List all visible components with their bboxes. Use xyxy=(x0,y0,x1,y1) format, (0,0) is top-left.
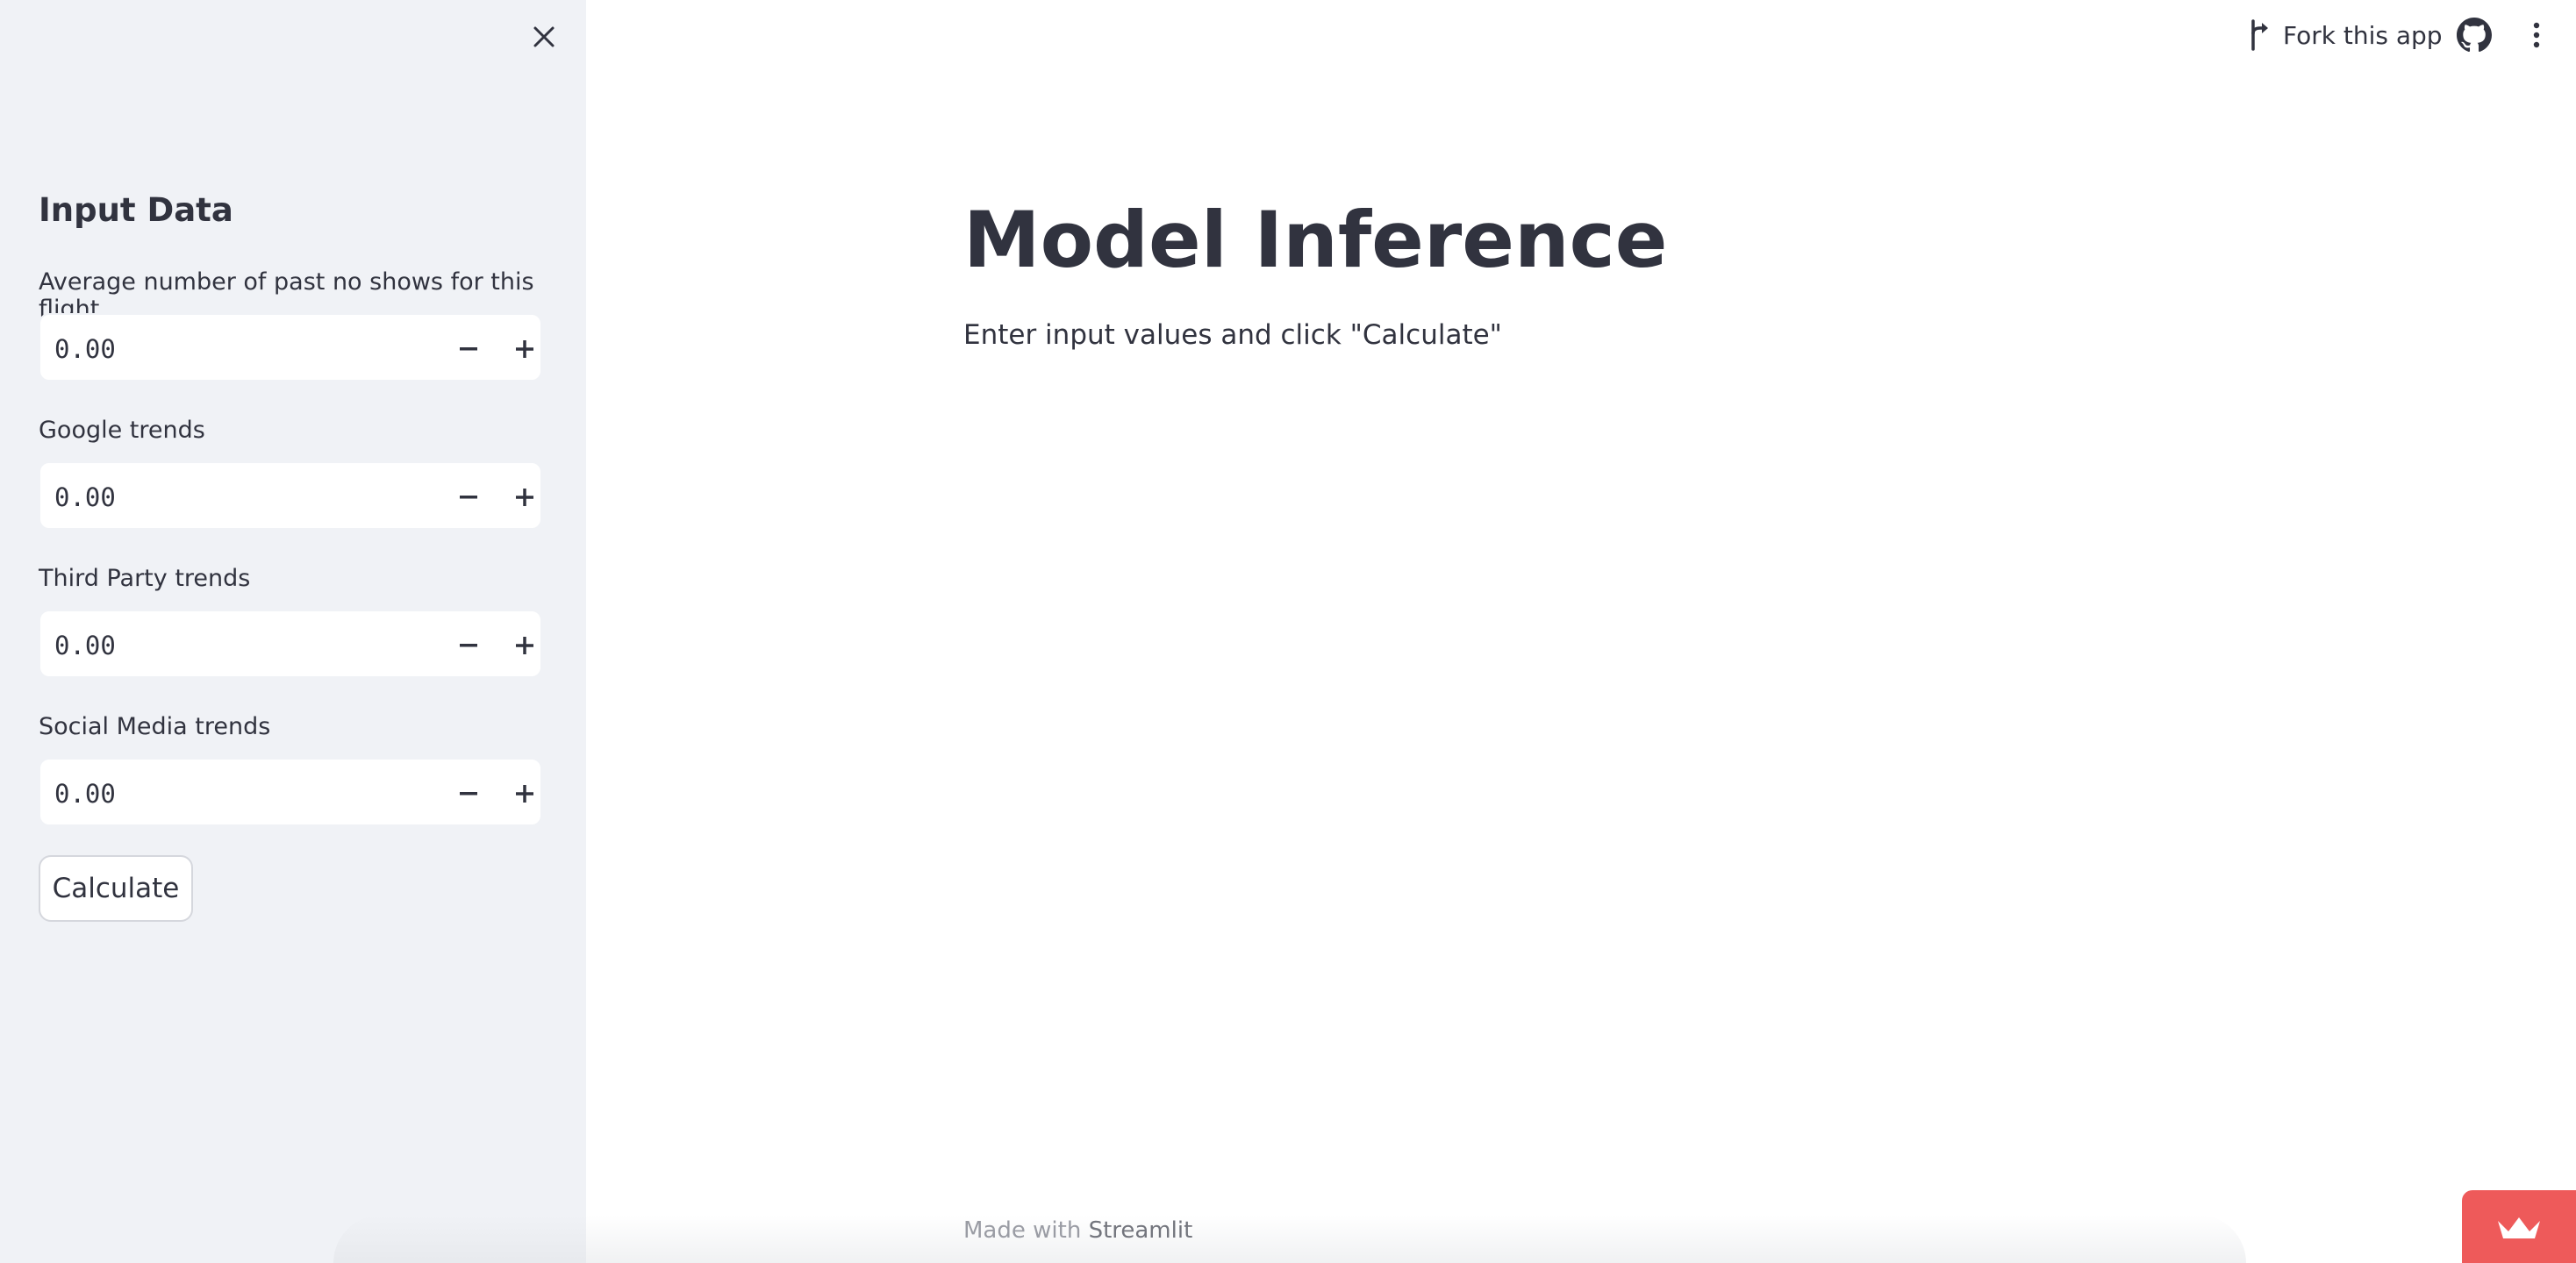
close-sidebar-button[interactable] xyxy=(526,19,562,54)
streamlit-link[interactable]: Streamlit xyxy=(1089,1217,1193,1244)
increment-button[interactable] xyxy=(497,611,553,680)
plus-icon xyxy=(516,785,533,803)
decrement-button[interactable] xyxy=(440,760,497,828)
number-input-third-party-trends: 0.00 xyxy=(39,610,542,678)
minus-icon xyxy=(460,347,477,351)
number-input-value[interactable]: 0.00 xyxy=(54,760,440,828)
plus-icon xyxy=(516,489,533,506)
footer-prefix: Made with xyxy=(963,1217,1082,1244)
sidebar-title: Input Data xyxy=(39,191,233,229)
number-input-value[interactable]: 0.00 xyxy=(54,315,440,383)
github-icon[interactable] xyxy=(2457,18,2492,53)
fork-app-link[interactable]: Fork this app xyxy=(2248,16,2443,54)
decrement-button[interactable] xyxy=(440,315,497,383)
number-input-google-trends: 0.00 xyxy=(39,461,542,530)
decrement-button[interactable] xyxy=(440,611,497,680)
increment-button[interactable] xyxy=(497,315,553,383)
number-input-social-media-trends: 0.00 xyxy=(39,758,542,826)
minus-icon xyxy=(460,792,477,796)
field-label-third-party-trends: Third Party trends xyxy=(39,565,251,592)
crown-icon xyxy=(2498,1217,2540,1238)
more-vertical-icon[interactable] xyxy=(2523,16,2550,54)
increment-button[interactable] xyxy=(497,463,553,532)
minus-icon xyxy=(460,644,477,647)
field-label-social-media-trends: Social Media trends xyxy=(39,713,271,740)
plus-icon xyxy=(516,340,533,358)
minus-icon xyxy=(460,496,477,499)
page-description: Enter input values and click "Calculate" xyxy=(963,319,1502,351)
field-label-google-trends: Google trends xyxy=(39,417,205,444)
number-input-value[interactable]: 0.00 xyxy=(54,611,440,680)
fork-app-label: Fork this app xyxy=(2283,20,2443,50)
plus-icon xyxy=(516,637,533,654)
footer: Made with Streamlit xyxy=(963,1217,1192,1244)
page-title: Model Inference xyxy=(963,195,1668,285)
sidebar: Input Data Average number of past no sho… xyxy=(0,0,586,1263)
footer-shadow xyxy=(333,1215,2246,1263)
streamlit-badge[interactable] xyxy=(2462,1190,2576,1263)
decrement-button[interactable] xyxy=(440,463,497,532)
calculate-button[interactable]: Calculate xyxy=(39,855,193,922)
fork-icon xyxy=(2251,19,2268,51)
close-icon xyxy=(533,26,555,47)
number-input-value[interactable]: 0.00 xyxy=(54,463,440,532)
increment-button[interactable] xyxy=(497,760,553,828)
number-input-past-no-shows: 0.00 xyxy=(39,313,542,382)
